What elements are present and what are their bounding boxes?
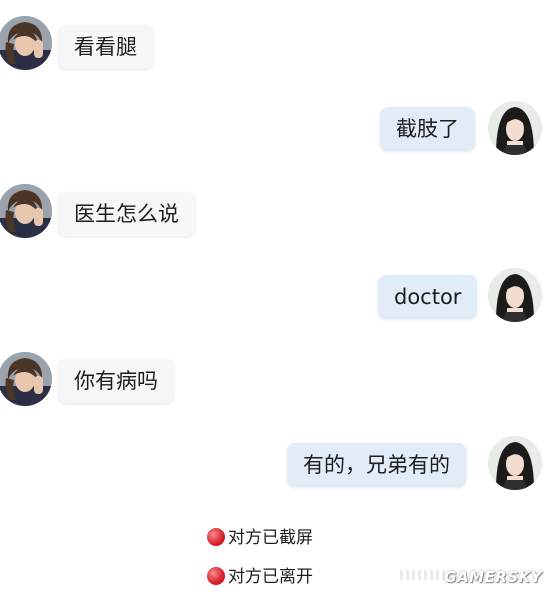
message-text: 医生怎么说	[74, 202, 179, 226]
user-avatar-icon	[488, 436, 542, 490]
contact-avatar-icon	[0, 352, 52, 406]
message-bubble-received[interactable]: 看看腿	[58, 25, 153, 69]
notice-text: 对方已离开	[228, 567, 313, 587]
watermark: GAMERSKY	[444, 568, 542, 586]
message-bubble-sent[interactable]: 有的，兄弟有的	[287, 443, 466, 487]
user-avatar-icon	[488, 268, 542, 322]
system-notice: 对方已离开	[207, 564, 313, 590]
message-text: 截肢了	[396, 117, 459, 141]
message-bubble-sent[interactable]: 截肢了	[380, 107, 475, 151]
user-avatar[interactable]	[488, 436, 542, 490]
message-text: 有的，兄弟有的	[303, 453, 450, 477]
user-avatar[interactable]	[488, 101, 542, 155]
contact-avatar-icon	[0, 16, 52, 70]
contact-avatar[interactable]	[0, 352, 52, 406]
system-notice: 对方已截屏	[207, 525, 313, 551]
contact-avatar[interactable]	[0, 184, 52, 238]
message-bubble-received[interactable]: 医生怎么说	[58, 192, 195, 236]
watermark-blur	[400, 570, 446, 580]
red-dot-icon	[207, 528, 225, 546]
contact-avatar[interactable]	[0, 16, 52, 70]
contact-avatar-icon	[0, 184, 52, 238]
chat-area: 看看腿 截肢了 医生怎么说 doctor 你有病吗 有的，兄弟有的 对方已截屏 …	[0, 0, 550, 592]
user-avatar-icon	[488, 101, 542, 155]
message-text: doctor	[394, 285, 462, 309]
message-bubble-received[interactable]: 你有病吗	[58, 359, 174, 403]
notice-text: 对方已截屏	[228, 528, 313, 548]
message-bubble-sent[interactable]: doctor	[378, 275, 478, 319]
message-text: 看看腿	[74, 35, 137, 59]
red-dot-icon	[207, 567, 225, 585]
user-avatar[interactable]	[488, 268, 542, 322]
message-text: 你有病吗	[74, 369, 158, 393]
